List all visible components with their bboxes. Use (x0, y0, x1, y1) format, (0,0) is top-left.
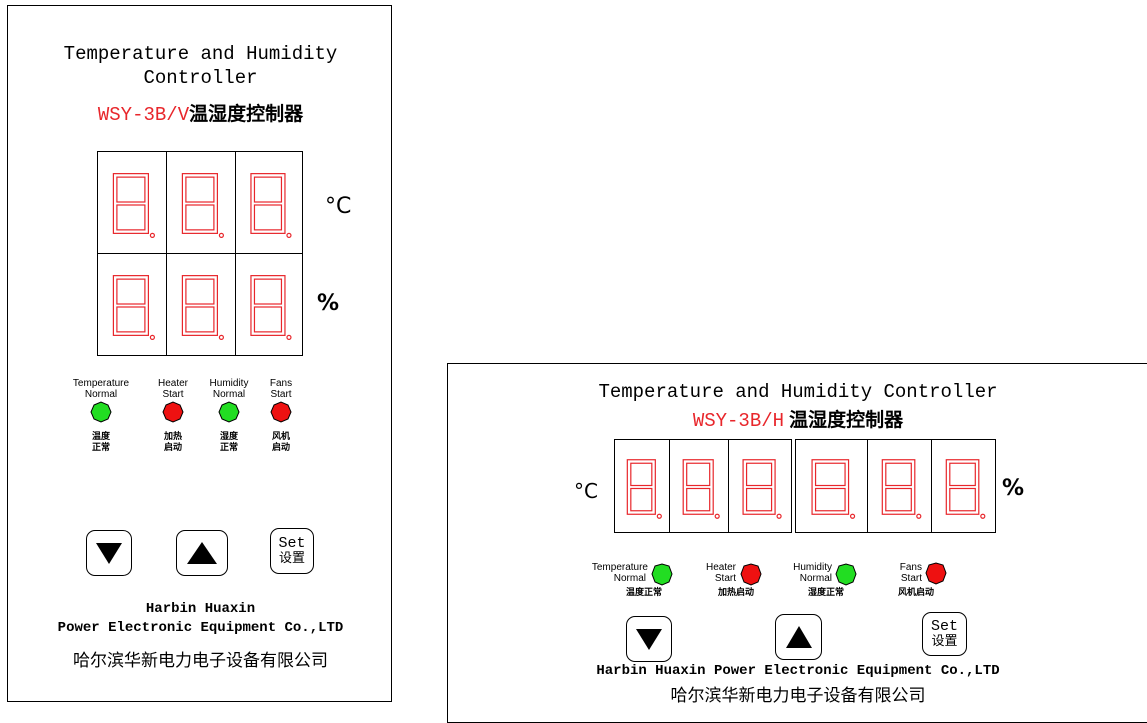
display-grid (97, 151, 303, 356)
celsius-unit: °C (574, 479, 598, 503)
indicator-label-en: Start (714, 573, 736, 584)
percent-unit: % (1002, 476, 1025, 501)
humidity-digit (97, 253, 167, 356)
indicator-label-cn: 启动 (271, 443, 290, 453)
indicator-label-en: Start (162, 389, 184, 400)
temp-digit (614, 439, 670, 533)
set-label: Set (930, 618, 958, 635)
humidity-digit (795, 439, 868, 533)
up-button[interactable] (176, 530, 228, 576)
indicator-heater-start: Heater Start (684, 562, 736, 584)
set-label-cn: 设置 (931, 634, 958, 649)
indicator-label-en: Heater (157, 378, 188, 389)
set-label: Set (278, 535, 306, 552)
display-row (614, 439, 996, 533)
indicator-label-en: Heater (705, 562, 736, 573)
indicator-label-cn: 湿度正常 (807, 588, 844, 598)
set-label-cn: 设置 (278, 551, 305, 566)
company-name-cn: 哈尔滨华新电力电子设备有限公司 (73, 651, 328, 671)
model-line: WSY-3B/V温湿度控制器 (8, 99, 393, 126)
indicator-label-en: Fans (269, 378, 293, 389)
company-name: Harbin Huaxin Power Electronic Equipment… (596, 663, 1000, 679)
temp-digit (235, 151, 303, 254)
indicator-temperature-normal: Temperature Normal (568, 562, 648, 584)
green-led-icon (835, 563, 857, 586)
green-led-icon (651, 563, 673, 586)
temp-digit (669, 439, 729, 533)
humidity-digit (867, 439, 932, 533)
up-button[interactable] (775, 614, 822, 660)
red-led-icon (740, 563, 762, 586)
indicator-label-en: Fans (899, 562, 922, 573)
indicator-heater-start: Heater Start 加热 启动 (142, 378, 204, 454)
panel-title: Temperature and Humidity Controller (598, 381, 998, 403)
red-led-icon (162, 401, 184, 423)
indicator-label-en: Humidity (793, 562, 832, 573)
indicator-label-en: Start (270, 389, 292, 400)
down-button[interactable] (626, 616, 672, 662)
indicator-label-cn: 温度正常 (625, 588, 662, 598)
humidity-digit (931, 439, 996, 533)
up-arrow-icon (187, 542, 217, 564)
temp-digit (166, 151, 236, 254)
indicator-label-cn: 启动 (163, 443, 182, 453)
down-arrow-icon (636, 629, 662, 650)
down-button[interactable] (86, 530, 132, 576)
celsius-unit: °C (325, 194, 352, 219)
panel-title: Temperature and Humidity Controller (8, 42, 393, 90)
red-led-icon (925, 562, 947, 585)
model-number: WSY-3B/H (692, 410, 785, 432)
temp-digit (97, 151, 167, 254)
company-name-cn: 哈尔滨华新电力电子设备有限公司 (670, 686, 926, 706)
indicator-label-cn: 正常 (91, 443, 110, 453)
company-line-1: Harbin Huaxin (145, 601, 256, 617)
indicator-label-cn: 风机 (271, 432, 290, 442)
title-line-2: Controller (143, 67, 258, 89)
indicator-label-en: Start (900, 573, 922, 584)
company-name: Harbin Huaxin Power Electronic Equipment… (8, 600, 393, 638)
set-button[interactable]: Set 设置 (270, 528, 314, 574)
model-number: WSY-3B/V (97, 104, 190, 126)
indicator-label-en: Normal (84, 389, 118, 400)
model-line: WSY-3B/H 温湿度控制器 (448, 405, 1147, 432)
model-name-cn: 温湿度控制器 (789, 409, 904, 431)
indicator-label-en: Normal (613, 573, 646, 584)
set-button[interactable]: Set 设置 (922, 612, 967, 656)
indicator-label-cn: 加热 (163, 432, 182, 442)
green-led-icon (90, 401, 112, 423)
vertical-controller-panel: Temperature and Humidity Controller WSY-… (7, 5, 392, 702)
temp-digit (728, 439, 792, 533)
indicator-humidity-normal: Humidity Normal (782, 562, 832, 584)
indicator-fans-start: Fans Start (878, 562, 922, 584)
up-arrow-icon (785, 626, 812, 648)
horizontal-controller-panel: Temperature and Humidity Controller WSY-… (447, 363, 1147, 723)
indicator-temperature-normal: Temperature Normal 温度 正常 (70, 378, 132, 454)
indicator-label-cn: 风机启动 (897, 588, 934, 598)
down-arrow-icon (96, 543, 122, 564)
humidity-digit (166, 253, 236, 356)
indicator-fans-start: Fans Start 风机 启动 (250, 378, 312, 454)
indicator-label-cn: 温度 (91, 432, 110, 442)
indicator-label-en: Temperature (591, 562, 648, 573)
indicator-label-cn: 加热启动 (717, 588, 754, 598)
company-line-2: Power Electronic Equipment Co.,LTD (57, 620, 344, 636)
humidity-digit (235, 253, 303, 356)
percent-unit: % (317, 291, 340, 316)
red-led-icon (270, 401, 292, 423)
indicator-label-en: Temperature (72, 378, 130, 389)
indicator-label-en: Normal (799, 573, 832, 584)
title-line-1: Temperature and Humidity (63, 43, 338, 65)
indicator-row: Temperature Normal 温度 正常 Heater Start 加热… (70, 378, 320, 468)
model-name-cn: 温湿度控制器 (189, 103, 304, 125)
